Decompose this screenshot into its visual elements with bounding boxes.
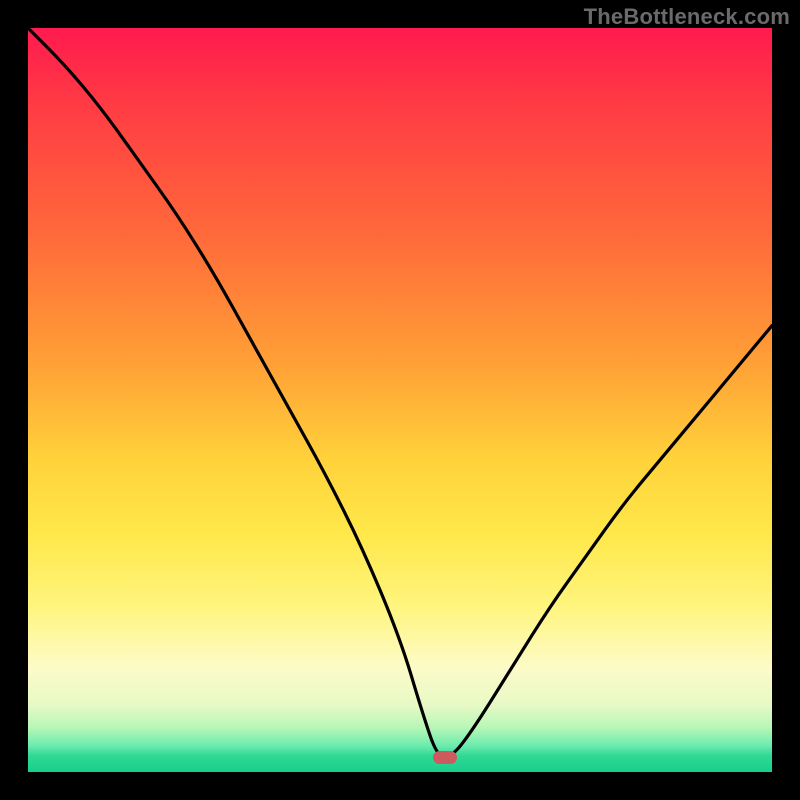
optimal-point-marker (433, 751, 457, 764)
plot-area (28, 28, 772, 772)
chart-frame: TheBottleneck.com (0, 0, 800, 800)
bottleneck-curve (28, 28, 772, 772)
watermark-text: TheBottleneck.com (584, 4, 790, 30)
